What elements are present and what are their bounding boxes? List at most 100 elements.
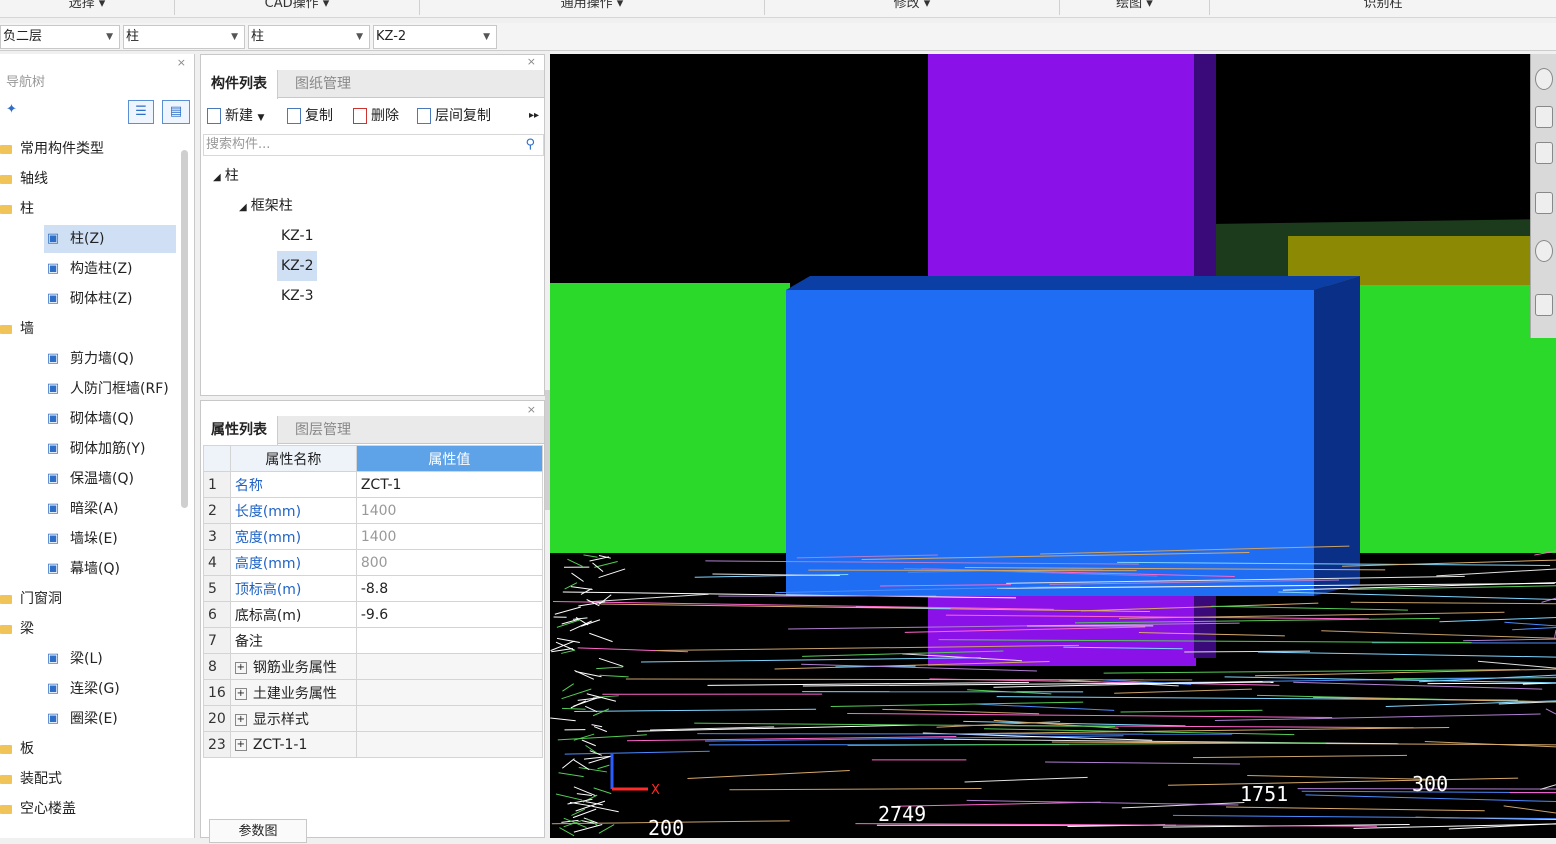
card-view-icon[interactable]: ▤ (162, 100, 190, 124)
close-icon[interactable]: × (527, 55, 536, 68)
nav-item-label: 柱 (20, 201, 34, 217)
tab-property-list[interactable]: 属性列表 (201, 416, 278, 445)
nav-item[interactable]: ▣圈梁(E) (44, 705, 118, 733)
property-value[interactable] (356, 706, 542, 732)
orbit-icon[interactable] (1535, 68, 1553, 90)
tree-node-column[interactable]: ◢柱 (213, 161, 239, 191)
nav-item[interactable]: ▣构造柱(Z) (44, 255, 133, 283)
table-row[interactable]: 3宽度(mm)1400 (204, 524, 543, 550)
close-icon[interactable]: × (527, 403, 536, 416)
tab-layer-management[interactable]: 图层管理 (285, 416, 361, 444)
table-row[interactable]: 20+显示样式 (204, 706, 543, 732)
table-row[interactable]: 4高度(mm)800 (204, 550, 543, 576)
cad-line (1512, 628, 1556, 630)
property-value[interactable] (356, 628, 542, 654)
type-select[interactable]: 柱▼ (248, 25, 370, 49)
expand-icon[interactable]: + (235, 714, 247, 726)
property-name: 宽度(mm) (230, 524, 356, 550)
property-value[interactable]: ZCT-1 (356, 472, 542, 498)
nav-item[interactable]: ▣幕墙(Q) (44, 555, 120, 583)
nav-item[interactable]: 门窗洞 (0, 585, 62, 613)
nav-item[interactable]: 板 (0, 735, 34, 763)
tab-component-list[interactable]: 构件列表 (201, 70, 278, 99)
table-row[interactable]: 5顶标高(m)-8.8 (204, 576, 543, 602)
layer-view-icon[interactable] (1535, 294, 1553, 316)
nav-item[interactable]: ▣连梁(G) (44, 675, 120, 703)
param-diagram-button[interactable]: 参数图 (209, 819, 307, 843)
rotate-icon[interactable] (1535, 240, 1553, 262)
component-item-kz1[interactable]: KZ-1 (281, 221, 313, 251)
property-value[interactable]: 800 (356, 550, 542, 576)
table-row[interactable]: 7备注 (204, 628, 543, 654)
floor-copy-button[interactable]: 层间复制 (417, 102, 491, 130)
table-row[interactable]: 23+ZCT-1-1 (204, 732, 543, 758)
property-value[interactable] (356, 680, 542, 706)
add-sparkle-icon[interactable]: ✦ (6, 102, 17, 117)
table-row[interactable]: 2长度(mm)1400 (204, 498, 543, 524)
nav-item[interactable]: ▣人防门框墙(RF) (44, 375, 169, 403)
tree-node-frame-column[interactable]: ◢框架柱 (239, 191, 293, 221)
nav-item[interactable]: ▣暗梁(A) (44, 495, 119, 523)
tab-drawing-management[interactable]: 图纸管理 (285, 70, 361, 98)
nav-item[interactable]: 轴线 (0, 165, 48, 193)
component-item-kz3[interactable]: KZ-3 (281, 281, 313, 311)
nav-scrollbar[interactable] (181, 150, 188, 508)
view-2d-icon[interactable] (1535, 106, 1553, 128)
ribbon-group-identify[interactable]: 识别柱 (1210, 0, 1556, 15)
property-name-label: 土建业务属性 (253, 686, 337, 702)
nav-item[interactable]: ▣砌体加筋(Y) (44, 435, 145, 463)
property-value[interactable] (356, 654, 542, 680)
floor-select[interactable]: 负二层▼ (0, 25, 120, 49)
nav-item[interactable]: 梁 (0, 615, 34, 643)
table-row[interactable]: 1名称ZCT-1 (204, 472, 543, 498)
nav-item[interactable]: ▣剪力墙(Q) (44, 345, 134, 373)
component-search-input[interactable]: 搜索构件...⚲ (203, 134, 544, 156)
property-value[interactable]: -9.6 (356, 602, 542, 628)
property-value[interactable]: 1400 (356, 498, 542, 524)
nav-item[interactable]: 空心楼盖 (0, 795, 76, 823)
list-view-icon[interactable]: ☰ (128, 100, 154, 124)
property-value[interactable]: -8.8 (356, 576, 542, 602)
cad-line (1504, 806, 1556, 813)
nav-item[interactable]: ▣梁(L) (44, 645, 103, 673)
tree-node-frame-column-label: 框架柱 (251, 198, 293, 214)
ribbon-group-cad[interactable]: CAD操作 ▾ (175, 0, 420, 15)
nav-item[interactable]: ▣砌体柱(Z) (44, 285, 133, 313)
nav-item[interactable]: 装配式 (0, 765, 62, 793)
table-row[interactable]: 6底标高(m)-9.6 (204, 602, 543, 628)
nav-item[interactable]: ▣砌体墙(Q) (44, 405, 134, 433)
cad-hatch (581, 620, 600, 627)
property-value[interactable]: 1400 (356, 524, 542, 550)
nav-item[interactable]: ▣保温墙(Q) (44, 465, 134, 493)
expand-icon[interactable]: + (235, 662, 247, 674)
folder-icon (0, 175, 12, 184)
3d-viewport[interactable]: X 2749 1751 300 200 (550, 54, 1556, 838)
expand-icon[interactable]: + (235, 688, 247, 700)
nav-item[interactable]: ▣柱(Z) (44, 225, 176, 253)
category-select[interactable]: 柱▼ (123, 25, 245, 49)
delete-button[interactable]: 删除 (353, 102, 399, 130)
ribbon-group-common[interactable]: 通用操作 ▾ (420, 0, 765, 15)
component-item-kz2[interactable]: KZ-2 (277, 251, 317, 281)
more-icon[interactable]: ▸▸ (529, 102, 539, 130)
cad-hatch (599, 825, 614, 834)
table-header-value: 属性值 (356, 446, 542, 472)
nav-item[interactable]: 柱 (0, 195, 34, 223)
copy-button[interactable]: 复制 (287, 102, 333, 130)
cube-view-icon[interactable] (1535, 142, 1553, 164)
property-value[interactable] (356, 732, 542, 758)
nav-item[interactable]: ▣墙垛(E) (44, 525, 118, 553)
box-view-icon[interactable] (1535, 192, 1553, 214)
table-row[interactable]: 8+钢筋业务属性 (204, 654, 543, 680)
ribbon-group-modify[interactable]: 修改 ▾ (765, 0, 1060, 15)
ribbon-group-draw[interactable]: 绘图 ▾ (1060, 0, 1210, 15)
ribbon-group-select[interactable]: 选择 ▾ (0, 0, 175, 15)
expand-icon[interactable]: + (235, 739, 247, 751)
nav-item[interactable]: 常用构件类型 (0, 135, 104, 163)
search-icon[interactable]: ⚲ (525, 135, 535, 155)
nav-item[interactable]: 墙 (0, 315, 34, 343)
table-row[interactable]: 16+土建业务属性 (204, 680, 543, 706)
close-icon[interactable]: × (177, 56, 186, 69)
new-button[interactable]: 新建 ▼ (207, 102, 264, 132)
component-select[interactable]: KZ-2▼ (373, 25, 497, 49)
